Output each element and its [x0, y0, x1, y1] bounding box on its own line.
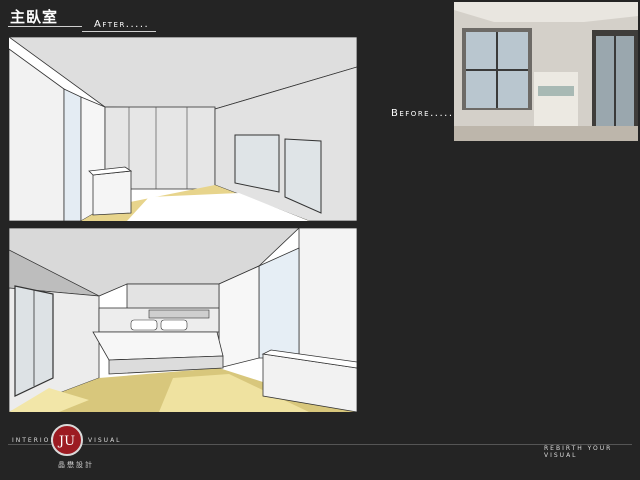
footer-tagline: REBIRTH YOUR VISUAL: [544, 445, 613, 459]
after-underline: [82, 31, 156, 32]
title-underline: [8, 26, 82, 27]
page-title: 主臥室: [10, 8, 59, 26]
after-label: After.....: [94, 19, 150, 30]
after-render-top: [9, 37, 357, 221]
brand-logo: JU: [51, 424, 83, 456]
brand-visual: VISUAL: [88, 437, 122, 444]
before-photo: [454, 2, 638, 141]
before-room-photo: [454, 2, 638, 141]
after-render-bottom: [9, 228, 357, 412]
brand-chinese-name: 晶懋設計: [58, 461, 94, 469]
footer-divider: [8, 444, 632, 445]
room-render-bed-view: [9, 228, 357, 412]
before-label: Before.....: [391, 108, 454, 119]
logo-text: JU: [57, 434, 75, 449]
room-render-window-view: [9, 37, 357, 221]
